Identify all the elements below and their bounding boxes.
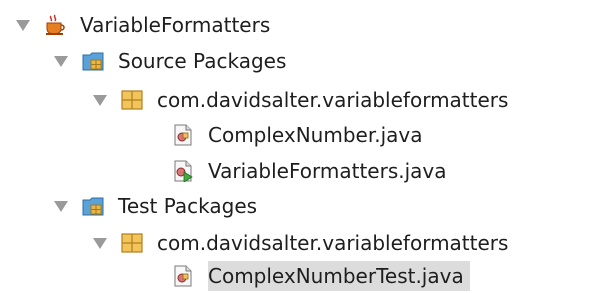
tree-node-file[interactable]: VariableFormatters.java [0, 154, 600, 188]
java-main-class-icon [172, 160, 194, 183]
project-label[interactable]: VariableFormatters [80, 10, 276, 40]
expand-arrow-icon[interactable] [54, 200, 68, 212]
expand-arrow-icon[interactable] [54, 55, 68, 67]
tree-node-source-package[interactable]: com.davidsalter.variableformatters [0, 83, 600, 117]
file-label[interactable]: VariableFormatters.java [208, 156, 453, 186]
tree-node-test-package[interactable]: com.davidsalter.variableformatters [0, 226, 600, 260]
package-icon [121, 232, 143, 254]
file-label[interactable]: ComplexNumber.java [208, 120, 429, 150]
source-packages-label[interactable]: Source Packages [118, 46, 292, 76]
java-class-icon [172, 124, 194, 146]
test-packages-label[interactable]: Test Packages [118, 191, 263, 221]
project-tree: VariableFormatters Source Packages com.d… [0, 0, 600, 293]
package-icon [121, 89, 143, 111]
test-folder-icon [82, 195, 104, 217]
expand-arrow-icon[interactable] [16, 19, 30, 31]
expand-arrow-icon[interactable] [93, 94, 107, 106]
tree-node-file[interactable]: ComplexNumber.java [0, 118, 600, 152]
tree-node-source-packages[interactable]: Source Packages [0, 44, 600, 78]
source-package-label[interactable]: com.davidsalter.variableformatters [157, 85, 514, 115]
expand-arrow-icon[interactable] [93, 237, 107, 249]
java-class-icon [172, 265, 194, 287]
tree-node-file-selected[interactable]: ComplexNumberTest.java [0, 259, 600, 293]
tree-node-project[interactable]: VariableFormatters [0, 8, 600, 42]
test-package-label[interactable]: com.davidsalter.variableformatters [157, 228, 514, 258]
tree-node-test-packages[interactable]: Test Packages [0, 189, 600, 223]
coffee-cup-icon [44, 14, 66, 36]
source-folder-icon [82, 50, 104, 72]
file-label[interactable]: ComplexNumberTest.java [208, 261, 470, 291]
